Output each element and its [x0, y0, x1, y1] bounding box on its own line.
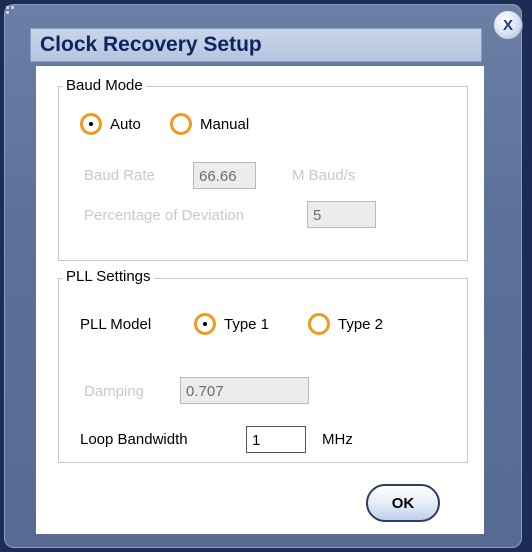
deviation-label: Percentage of Deviation	[84, 207, 245, 224]
selected-dot-icon	[89, 122, 93, 126]
baud-mode-legend: Baud Mode	[63, 77, 146, 94]
loop-bandwidth-input[interactable]: 1	[246, 426, 306, 453]
dialog-title: Clock Recovery Setup	[40, 33, 262, 56]
auto-radio[interactable]	[80, 113, 102, 135]
loop-bandwidth-label: Loop Bandwidth	[80, 431, 188, 448]
manual-radio[interactable]	[170, 113, 192, 135]
baud-rate-field[interactable]: 66.66	[193, 162, 256, 189]
close-button[interactable]: X	[493, 10, 523, 40]
pll-settings-legend: PLL Settings	[63, 268, 154, 285]
type2-radio[interactable]	[308, 313, 330, 335]
baud-rate-label: Baud Rate	[84, 167, 155, 184]
loop-bandwidth-unit: MHz	[322, 431, 353, 448]
type1-label[interactable]: Type 1	[224, 316, 269, 333]
pll-model-label: PLL Model	[80, 316, 152, 333]
manual-label[interactable]: Manual	[200, 116, 249, 133]
deviation-field[interactable]: 5	[307, 201, 376, 228]
dialog-content: Baud Mode Auto Manual Baud Rate 66.66 M …	[36, 66, 484, 534]
damping-label: Damping	[84, 383, 145, 400]
damping-field[interactable]: 0.707	[180, 377, 309, 404]
type1-radio[interactable]	[194, 313, 216, 335]
type2-label[interactable]: Type 2	[338, 316, 383, 333]
drag-grip-icon[interactable]	[6, 6, 16, 16]
ok-button[interactable]: OK	[366, 484, 440, 522]
baud-rate-unit: M Baud/s	[292, 167, 356, 184]
auto-label[interactable]: Auto	[110, 116, 141, 133]
selected-dot-icon	[203, 322, 207, 326]
